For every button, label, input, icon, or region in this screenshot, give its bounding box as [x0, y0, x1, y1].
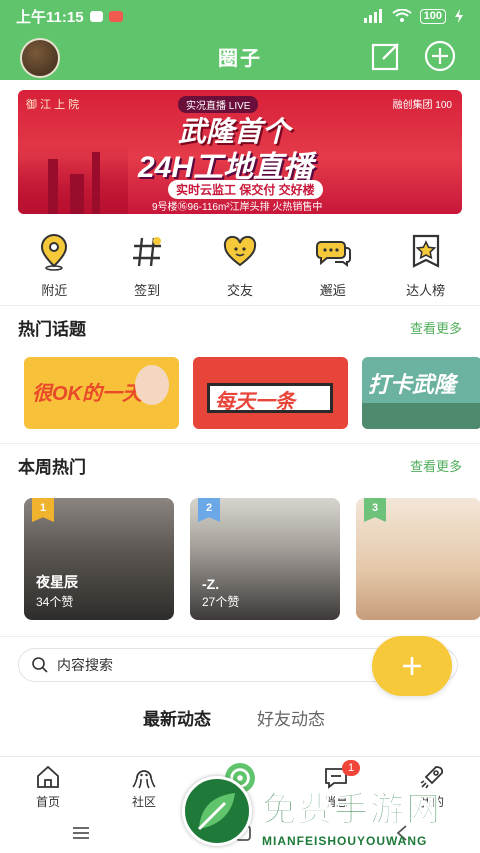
quick-nav-checkin[interactable]: 签到	[107, 232, 187, 299]
nav-home[interactable]: 首页	[8, 757, 88, 812]
plus-icon	[403, 657, 421, 675]
wifi-icon	[392, 9, 412, 22]
weekly-card[interactable]: 2 -Z. 27个赞	[190, 498, 340, 620]
search-icon	[32, 657, 48, 673]
divider	[0, 305, 480, 306]
star-badge-icon	[412, 234, 439, 268]
status-time: 上午11:15	[16, 8, 84, 26]
topic-card[interactable]: 很OK的一天	[24, 357, 179, 429]
weekly-card-likes: 34个赞	[36, 595, 74, 609]
hot-topics-more-link[interactable]: 查看更多	[410, 318, 462, 337]
weekly-card-name: 夜星辰	[36, 574, 78, 590]
banner-corner-logo: 融创集团 100	[392, 100, 452, 111]
user-avatar[interactable]	[20, 38, 60, 78]
quick-nav-friends[interactable]: 交友	[200, 232, 280, 299]
rank-badge: 3	[364, 498, 386, 522]
search-placeholder: 内容搜索	[57, 657, 113, 673]
create-post-button[interactable]	[372, 636, 452, 696]
topic-card-food-photo	[362, 403, 480, 429]
watermark-en: MIANFEISHOUYOUWANG	[262, 834, 428, 848]
battery-icon: 100	[419, 8, 446, 24]
topic-card-portrait	[135, 365, 169, 405]
quick-nav-label: 附近	[41, 283, 68, 298]
hot-topics-title: 热门话题	[18, 311, 94, 340]
quick-nav-nearby[interactable]: 附近	[14, 232, 94, 299]
topic-card-text: 每天一条	[215, 391, 295, 413]
rank-badge: 1	[32, 498, 54, 522]
quick-nav-label: 达人榜	[406, 283, 446, 298]
top-bar: 上午11:15 100 圈子	[0, 0, 480, 80]
leaf-icon	[197, 793, 235, 831]
divider	[0, 443, 480, 444]
nav-community[interactable]: 社区	[104, 757, 184, 812]
weekly-hot-more-link[interactable]: 查看更多	[410, 456, 462, 475]
app-notification-icon	[108, 10, 123, 22]
heart-icon	[223, 235, 257, 267]
status-bar: 上午11:15 100	[0, 0, 480, 32]
hashtag-icon	[133, 237, 162, 267]
weekly-hot-list: 1 夜星辰 34个赞 2 -Z. 27个赞 3	[24, 498, 480, 620]
quick-nav-encounter[interactable]: 邂逅	[293, 232, 373, 299]
topic-card[interactable]: 每天一条	[193, 357, 348, 429]
location-pin-icon	[41, 234, 68, 271]
nav-label: 社区	[131, 795, 156, 809]
menu-icon[interactable]	[71, 825, 91, 841]
watermark-cn: 免费手游网	[262, 791, 442, 830]
quick-nav-leaderboard[interactable]: 达人榜	[386, 232, 466, 299]
page-title: 圈子	[218, 47, 262, 70]
banner-building	[92, 152, 100, 214]
message-badge: 1	[342, 760, 360, 776]
home-icon	[37, 765, 59, 788]
header: 圈子	[0, 32, 480, 80]
banner-building	[48, 159, 58, 214]
weekly-card[interactable]: 1 夜星辰 34个赞	[24, 498, 174, 620]
weekly-card-name: -Z.	[202, 576, 220, 592]
quick-nav-label: 邂逅	[319, 283, 346, 298]
promo-banner[interactable]: 御 江 上 院 实况直播 LIVE 融创集团 100 武隆首个 24H工地直播 …	[18, 90, 462, 214]
banner-tagline: 实时云监工 保交付 交好楼	[168, 180, 323, 199]
status-right: 100	[363, 8, 464, 24]
rank-badge: 2	[198, 498, 220, 522]
tab-latest[interactable]: 最新动态	[143, 705, 211, 732]
watermark: 免费手游网 MIANFEISHOUYOUWANG	[182, 776, 472, 853]
topic-card[interactable]: 打卡武隆	[362, 357, 480, 429]
add-circle-icon[interactable]	[424, 40, 456, 72]
banner-subline: 9号楼⑯96-116m²江岸头排 火热销售中	[152, 202, 323, 213]
watermark-logo	[182, 776, 252, 846]
topic-card-text: 打卡武隆	[368, 372, 457, 397]
signal-icon	[363, 9, 382, 23]
weekly-hot-title: 本周热门	[18, 449, 94, 478]
nav-label: 首页	[35, 795, 60, 809]
weekly-card-likes: 27个赞	[202, 595, 240, 609]
chat-bubbles-icon	[315, 241, 351, 267]
octopus-icon	[132, 770, 156, 789]
edit-icon[interactable]	[370, 40, 402, 72]
hot-topics-list: 很OK的一天 每天一条 打卡武隆	[24, 357, 480, 429]
notification-icon	[89, 10, 103, 22]
weekly-card[interactable]: 3	[356, 498, 480, 620]
quick-nav: 附近 签到 交友 邂逅 达人榜	[0, 232, 480, 299]
tab-friends[interactable]: 好友动态	[257, 705, 325, 730]
banner-brand: 御 江 上 院	[26, 99, 80, 111]
charging-icon	[455, 9, 463, 23]
quick-nav-label: 签到	[134, 283, 161, 298]
banner-building	[70, 174, 84, 214]
topic-card-text: 很OK的一天	[32, 383, 142, 405]
quick-nav-label: 交友	[226, 283, 253, 298]
